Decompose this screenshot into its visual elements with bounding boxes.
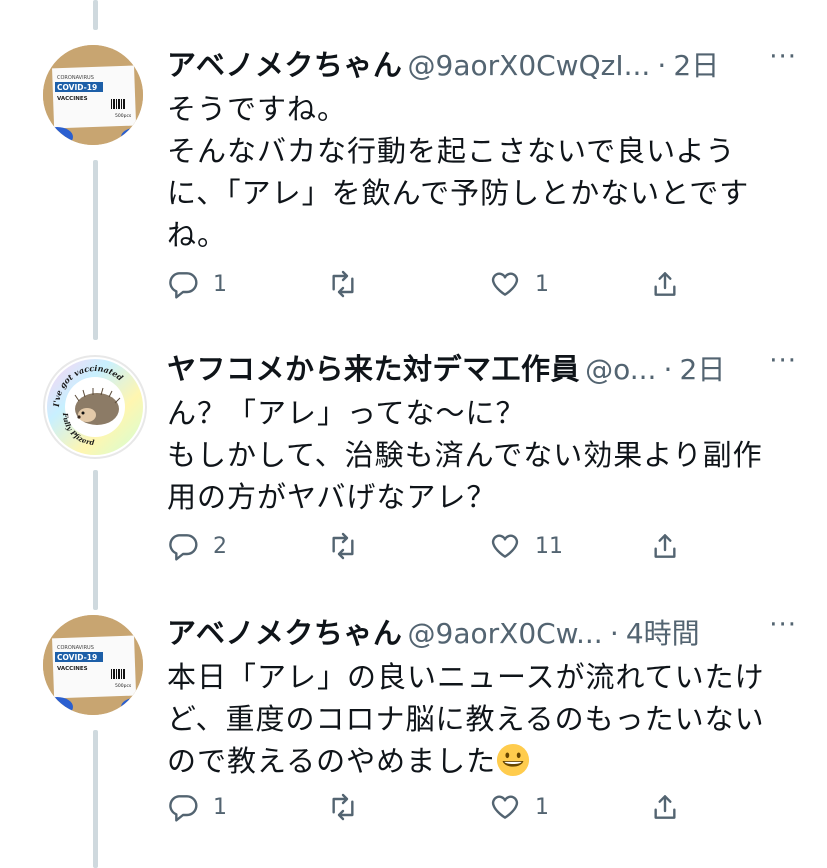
avatar-subtitle: VACCINES <box>57 96 88 102</box>
share-button[interactable] <box>649 526 681 566</box>
reply-icon <box>169 272 198 299</box>
grinning-face-icon <box>497 743 530 777</box>
display-name[interactable]: ヤフコメから来た対デマ工作員 <box>167 352 580 386</box>
tweet-body: アベノメクちゃん @9aorX0CwQzI... · 2日 ··· そうですね。… <box>167 42 797 256</box>
tweet-actions: 1 1 <box>167 264 727 304</box>
avatar-subtitle: VACCINES <box>57 666 88 672</box>
separator: · <box>657 49 667 82</box>
tweet-header: アベノメクちゃん @9aorX0Cw... · 4時間 ··· <box>167 610 797 654</box>
separator: · <box>663 353 673 386</box>
avatar[interactable]: CORONAVIRUS COVID-19 VACCINES 500pcs <box>43 45 143 145</box>
like-icon <box>491 534 519 558</box>
retweet-icon <box>332 532 354 560</box>
tweet-line: ど、重度のコロナ脳に教えるのもったいない <box>167 702 765 736</box>
tweet-line: もしかして、治験も済んでない効果より副作 <box>167 438 763 472</box>
tweet-3[interactable]: CORONAVIRUS COVID-19 VACCINES 500pcs アベノ… <box>0 610 827 868</box>
share-button[interactable] <box>649 787 681 827</box>
tweet-2[interactable]: I've got vaccinated Fully Pfizerd ヤフコメから… <box>0 320 827 610</box>
tweet-line: ん？「アレ」ってな〜に？ <box>167 396 526 430</box>
tweet-line-with-emoji: ので教えるのやめました <box>167 740 767 782</box>
user-handle[interactable]: @9aorX0Cw... <box>408 617 603 650</box>
tweet-1[interactable]: CORONAVIRUS COVID-19 VACCINES 500pcs アベノ… <box>0 0 827 320</box>
tweet-header: ヤフコメから来た対デマ工作員 @o... · 2日 ··· <box>167 346 797 390</box>
retweet-button[interactable] <box>327 264 373 304</box>
reply-button[interactable]: 1 <box>167 264 227 304</box>
share-icon <box>654 795 676 819</box>
like-count: 11 <box>535 533 563 559</box>
tweet-text: ん？「アレ」ってな〜に？ もしかして、治験も済んでない効果より副作 用の方がヤバ… <box>167 392 767 518</box>
reply-button[interactable]: 2 <box>167 526 227 566</box>
tweet-line: ので教えるのやめました <box>167 744 497 778</box>
reply-count: 1 <box>213 271 227 297</box>
timestamp[interactable]: 2日 <box>680 353 726 386</box>
user-handle[interactable]: @o... <box>585 353 656 386</box>
tweet-body: ヤフコメから来た対デマ工作員 @o... · 2日 ··· ん？「アレ」ってな〜… <box>167 346 797 518</box>
tweet-body: アベノメクちゃん @9aorX0Cw... · 4時間 ··· 本日「アレ」の良… <box>167 610 797 782</box>
tweet-actions: 1 1 <box>167 787 727 827</box>
tweet-line: 用の方がヤバげなアレ？ <box>167 480 497 514</box>
more-options-icon[interactable]: ··· <box>769 610 797 640</box>
like-button[interactable]: 1 <box>489 787 549 827</box>
more-options-icon[interactable]: ··· <box>769 42 797 72</box>
avatar-label-top: CORONAVIRUS <box>57 75 94 81</box>
like-button[interactable]: 11 <box>489 526 563 566</box>
reply-count: 1 <box>213 794 227 820</box>
tweet-line: 本日「アレ」の良いニュースが流れていたけ <box>167 660 765 694</box>
separator: · <box>609 617 619 650</box>
avatar-dose: 500pcs <box>115 113 132 119</box>
retweet-icon <box>332 793 354 821</box>
retweet-icon <box>332 270 354 298</box>
tweet-header: アベノメクちゃん @9aorX0CwQzI... · 2日 ··· <box>167 42 797 86</box>
retweet-button[interactable] <box>327 526 373 566</box>
avatar[interactable]: CORONAVIRUS COVID-19 VACCINES 500pcs <box>43 615 143 715</box>
timestamp[interactable]: 4時間 <box>626 617 700 650</box>
like-button[interactable]: 1 <box>489 264 549 304</box>
share-button[interactable] <box>649 264 681 304</box>
like-count: 1 <box>535 271 549 297</box>
more-options-icon[interactable]: ··· <box>769 346 797 376</box>
tweet-text: 本日「アレ」の良いニュースが流れていたけ ど、重度のコロナ脳に教えるのもったいな… <box>167 656 767 782</box>
avatar-label-top: CORONAVIRUS <box>57 645 94 651</box>
tweet-line: ね。 <box>167 218 228 252</box>
share-icon <box>654 272 676 296</box>
timestamp[interactable]: 2日 <box>673 49 719 82</box>
tweet-actions: 2 11 <box>167 526 727 566</box>
display-name[interactable]: アベノメクちゃん <box>167 48 402 82</box>
like-count: 1 <box>535 794 549 820</box>
like-icon <box>491 795 519 819</box>
reply-count: 2 <box>213 533 227 559</box>
user-handle[interactable]: @9aorX0CwQzI... <box>408 49 651 82</box>
retweet-button[interactable] <box>327 787 373 827</box>
avatar-title: COVID-19 <box>57 83 97 92</box>
share-icon <box>654 534 676 558</box>
reply-icon <box>169 534 198 561</box>
tweet-line: そんなバカな行動を起こさないで良いよう <box>167 134 736 168</box>
display-name[interactable]: アベノメクちゃん <box>167 616 402 650</box>
tweet-line: そうですね。 <box>167 92 348 126</box>
tweet-line: に、「アレ」を飲んで予防しとかないとです <box>167 176 750 210</box>
reply-button[interactable]: 1 <box>167 787 227 827</box>
avatar[interactable]: I've got vaccinated Fully Pfizerd <box>43 355 147 459</box>
tweet-text: そうですね。 そんなバカな行動を起こさないで良いよう に、「アレ」を飲んで予防し… <box>167 88 767 256</box>
like-icon <box>491 272 519 296</box>
avatar-title: COVID-19 <box>57 653 97 662</box>
reply-icon <box>169 795 198 822</box>
avatar-dose: 500pcs <box>115 683 132 689</box>
